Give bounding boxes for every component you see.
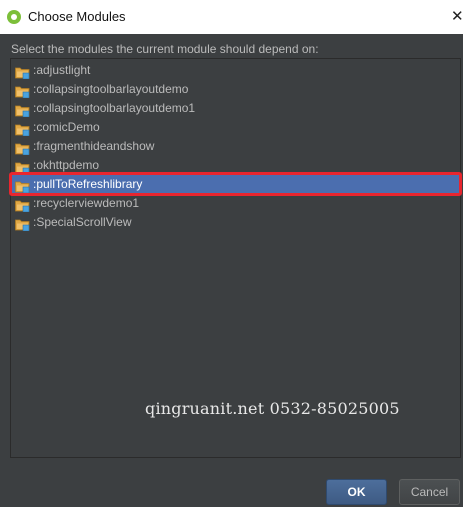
module-name-label: :fragmenthideandshow	[33, 139, 155, 153]
module-name-label: :okhttpdemo	[33, 158, 100, 172]
module-name-label: :comicDemo	[33, 120, 100, 134]
module-list-item[interactable]: :okhttpdemo	[11, 156, 460, 175]
android-studio-icon	[7, 10, 21, 24]
module-folder-icon	[15, 197, 30, 213]
module-list-item[interactable]: :adjustlight	[11, 61, 460, 80]
module-folder-icon	[15, 216, 30, 232]
cancel-button[interactable]: Cancel	[399, 479, 460, 505]
module-list[interactable]: :adjustlight :collapsingtoolbarlayoutdemo…	[10, 58, 461, 458]
module-list-item[interactable]: :recyclerviewdemo1	[11, 194, 460, 213]
choose-modules-dialog: Choose Modules ✕ Select the modules the …	[0, 0, 463, 507]
module-folder-icon	[15, 178, 30, 194]
module-name-label: :recyclerviewdemo1	[33, 196, 140, 210]
title-bar: Choose Modules ✕	[0, 0, 463, 34]
module-name-label: :adjustlight	[33, 63, 91, 77]
module-list-item[interactable]: :comicDemo	[11, 118, 460, 137]
module-list-item[interactable]: :collapsingtoolbarlayoutdemo1	[11, 99, 460, 118]
ok-button[interactable]: OK	[326, 479, 387, 505]
watermark-text: qingruanit.net 0532-85025005	[145, 399, 400, 418]
instruction-label: Select the modules the current module sh…	[11, 42, 319, 56]
module-name-label: :collapsingtoolbarlayoutdemo1	[33, 101, 196, 115]
module-list-item[interactable]: :collapsingtoolbarlayoutdemo	[11, 80, 460, 99]
module-name-label: :pullToRefreshlibrary	[33, 177, 143, 191]
module-folder-icon	[15, 102, 30, 118]
module-list-item[interactable]: :pullToRefreshlibrary	[11, 175, 460, 194]
close-icon[interactable]: ✕	[451, 6, 463, 26]
module-folder-icon	[15, 121, 30, 137]
dialog-title: Choose Modules	[28, 9, 126, 24]
module-list-item[interactable]: :SpecialScrollView	[11, 213, 460, 232]
module-folder-icon	[15, 159, 30, 175]
module-folder-icon	[15, 140, 30, 156]
module-list-item[interactable]: :fragmenthideandshow	[11, 137, 460, 156]
module-name-label: :collapsingtoolbarlayoutdemo	[33, 82, 189, 96]
module-name-label: :SpecialScrollView	[33, 215, 132, 229]
module-folder-icon	[15, 64, 30, 80]
module-folder-icon	[15, 83, 30, 99]
